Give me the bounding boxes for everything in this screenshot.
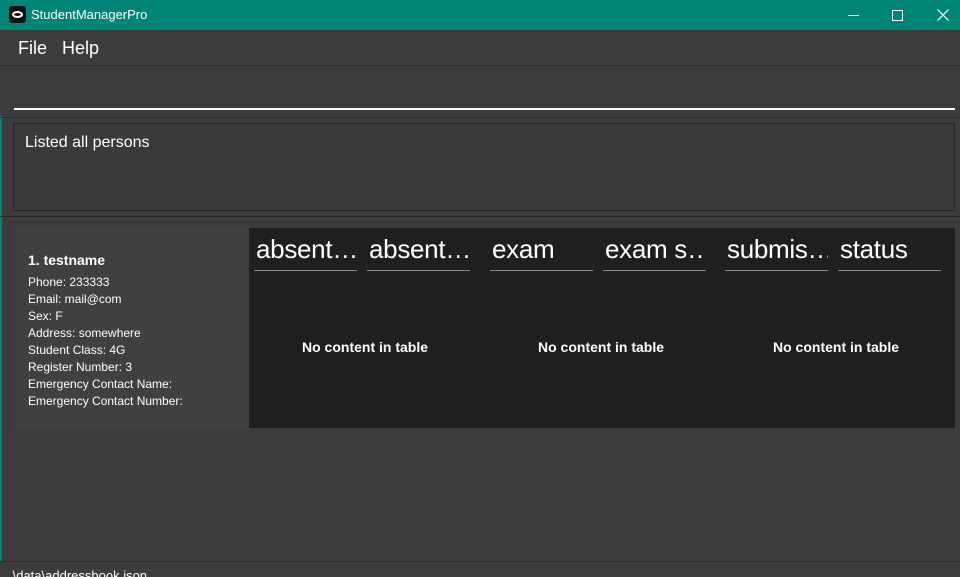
maximize-icon	[891, 9, 903, 21]
person-student-class: Student Class: 4G	[28, 343, 126, 357]
person-sex: Sex: F	[28, 309, 63, 323]
minimize-icon	[847, 14, 859, 16]
maximize-button[interactable]	[874, 0, 920, 30]
table-column-header[interactable]: exam	[490, 234, 593, 271]
window-title: StudentManagerPro	[31, 7, 148, 22]
person-phone: Phone: 233333	[28, 275, 110, 289]
person-emergency-contact-name: Emergency Contact Name:	[28, 377, 173, 391]
command-input[interactable]	[14, 74, 955, 110]
menu-file[interactable]: File	[18, 38, 47, 59]
result-message: Listed all persons	[25, 134, 150, 151]
divider	[0, 117, 960, 118]
person-name: 1. testname	[28, 252, 106, 268]
person-list[interactable]: 1. testname Phone: 233333 Email: mail@co…	[13, 228, 955, 428]
save-location: .\data\addressbook.json	[9, 568, 148, 577]
person-card[interactable]: 1. testname Phone: 233333 Email: mail@co…	[13, 228, 249, 428]
status-bar: .\data\addressbook.json	[0, 561, 960, 577]
result-display[interactable]: Listed all persons	[13, 123, 955, 211]
person-register-number: Register Number: 3	[28, 360, 133, 374]
table-column-header[interactable]: absent…	[367, 234, 470, 271]
person-emergency-contact-number: Emergency Contact Number:	[28, 394, 183, 408]
table-column-header[interactable]: status	[838, 234, 941, 271]
table-empty-message: No content in table	[302, 339, 428, 355]
divider	[0, 216, 960, 217]
menu-help[interactable]: Help	[62, 38, 99, 59]
person-address: Address: somewhere	[28, 326, 141, 340]
minimize-button[interactable]	[830, 0, 876, 30]
app-logo-icon	[9, 6, 26, 23]
table-column-header[interactable]: submis…	[725, 234, 828, 271]
close-icon	[937, 9, 949, 21]
table-column-header[interactable]: exam s…	[603, 234, 706, 271]
command-box	[0, 66, 960, 116]
table-column-header[interactable]: absent…	[254, 234, 357, 271]
person-email: Email: mail@com	[28, 292, 122, 306]
menu-bar: File Help	[0, 30, 960, 66]
table-empty-message: No content in table	[538, 339, 664, 355]
title-bar: StudentManagerPro	[0, 0, 960, 30]
table-empty-message: No content in table	[773, 339, 899, 355]
close-button[interactable]	[920, 0, 960, 30]
